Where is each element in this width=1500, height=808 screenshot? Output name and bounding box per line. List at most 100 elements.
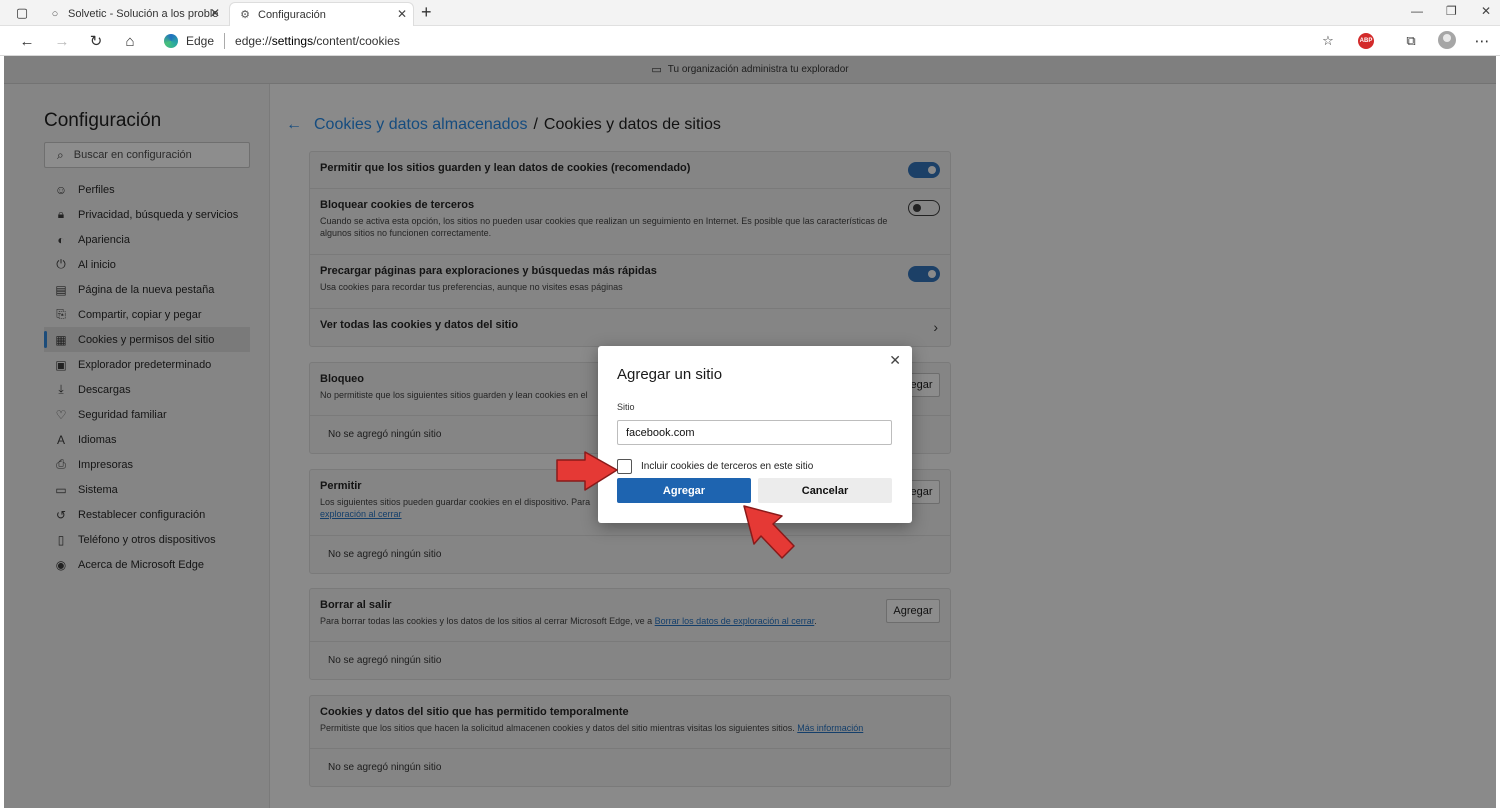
breadcrumb-current: Cookies y datos de sitios: [543, 116, 721, 133]
clear-on-exit-link[interactable]: exploración al cerrar: [320, 509, 402, 519]
sidebar-item-restablecer[interactable]: ↺ Restablecer configuración: [44, 502, 250, 527]
preload-toggle[interactable]: [908, 266, 940, 282]
setting-block-third-party: Bloquear cookies de terceros Cuando se a…: [310, 189, 950, 255]
sidebar-item-telefono[interactable]: ▯ Teléfono y otros dispositivos: [44, 527, 250, 552]
browser-icon: ▣: [55, 357, 67, 372]
divider: [224, 33, 226, 49]
setting-title: Ver todas las cookies y datos del sitio: [320, 319, 519, 331]
cookie-settings-card: Permitir que los sitios guarden y lean d…: [309, 151, 951, 347]
tab-actions-icon[interactable]: ▢: [12, 4, 32, 22]
home-icon[interactable]: ⌂: [120, 31, 140, 51]
close-icon[interactable]: ✕: [889, 352, 901, 369]
address-bar[interactable]: Edge edge://settings/content/cookies: [158, 29, 1348, 53]
minimize-button[interactable]: —: [1411, 4, 1423, 18]
add-site-dialog: Agregar un sitio ✕ Sitio Incluir cookies…: [598, 346, 912, 523]
sidebar-item-compartir[interactable]: ⎘ Compartir, copiar y pegar: [44, 302, 250, 327]
favorite-star-icon[interactable]: ☆: [1318, 31, 1338, 51]
setting-title: Permitir que los sitios guarden y lean d…: [320, 162, 691, 174]
sidebar-item-nueva-pestana[interactable]: ▤ Página de la nueva pestaña: [44, 277, 250, 302]
block-third-party-toggle[interactable]: [908, 200, 940, 216]
sidebar-item-perfiles[interactable]: ☺ Perfiles: [44, 177, 250, 202]
profile-avatar[interactable]: [1438, 31, 1456, 49]
annotation-arrow-checkbox-icon: [556, 451, 618, 491]
back-arrow-icon[interactable]: ←: [286, 116, 302, 134]
sidebar-item-acerca[interactable]: ◉ Acerca de Microsoft Edge: [44, 552, 250, 577]
sidebar-item-impresoras[interactable]: ⎙ Impresoras: [44, 452, 250, 477]
new-tab-button[interactable]: +: [421, 3, 432, 21]
sidebar-item-descargas[interactable]: ⤓ Descargas: [44, 377, 250, 402]
sidebar-item-seguridad-familiar[interactable]: ♡ Seguridad familiar: [44, 402, 250, 427]
section-description: Permitiste que los sitios que hacen la s…: [320, 722, 910, 734]
sidebar-item-label: Al inicio: [78, 258, 116, 271]
address-brand: Edge: [186, 34, 215, 48]
refresh-icon[interactable]: ↻: [86, 31, 106, 51]
setting-description: Cuando se activa esta opción, los sitios…: [320, 216, 888, 238]
settings-search-input[interactable]: ⌕ Buscar en configuración: [44, 142, 250, 168]
breadcrumb-separator: /: [533, 116, 538, 133]
setting-preload: Precargar páginas para exploraciones y b…: [310, 255, 950, 309]
more-menu-icon[interactable]: ⋯: [1472, 31, 1492, 51]
sidebar-item-sistema[interactable]: ▭ Sistema: [44, 477, 250, 502]
url-prefix: edge://: [235, 34, 272, 48]
briefcase-icon: ▭: [651, 64, 662, 76]
tab-settings[interactable]: ⚙ Configuración ✕: [229, 2, 414, 26]
adblock-extension-icon[interactable]: ABP: [1358, 33, 1374, 49]
sidebar-item-label: Página de la nueva pestaña: [78, 283, 215, 296]
sidebar-item-label: Seguridad familiar: [78, 408, 167, 421]
sidebar-item-cookies[interactable]: ▦ Cookies y permisos del sitio: [44, 327, 250, 352]
see-all-cookies-link[interactable]: Ver todas las cookies y datos del sitio …: [310, 309, 950, 346]
empty-message: No se agregó ningún sitio: [328, 762, 442, 773]
forward-arrow-icon[interactable]: →: [52, 31, 72, 51]
allow-cookies-toggle[interactable]: [908, 162, 940, 178]
empty-message: No se agregó ningún sitio: [328, 549, 442, 560]
sidebar-item-label: Cookies y permisos del sitio: [78, 333, 215, 346]
sidebar-item-apariencia[interactable]: ◐ Apariencia: [44, 227, 250, 252]
address-url[interactable]: edge://settings/content/cookies: [235, 34, 400, 48]
close-tab-icon[interactable]: ✕: [397, 7, 407, 21]
breadcrumb-parent[interactable]: Cookies y datos almacenados: [314, 116, 527, 134]
tab-solvetic[interactable]: ○ Solvetic - Solución a los problemas in…: [40, 2, 226, 26]
collections-icon[interactable]: ⧉: [1401, 31, 1421, 51]
add-button[interactable]: Agregar: [617, 478, 751, 503]
page-title: ← Cookies y datos almacenados / Cookies …: [286, 116, 721, 134]
clear-browsing-data-link[interactable]: Borrar los datos de exploración al cerra…: [655, 616, 815, 626]
newtab-icon: ▤: [55, 282, 67, 297]
setting-description: Usa cookies para recordar tus preferenci…: [320, 282, 623, 292]
setting-title: Bloquear cookies de terceros: [320, 199, 475, 211]
sidebar-item-explorador[interactable]: ▣ Explorador predeterminado: [44, 352, 250, 377]
url-suffix: /content/cookies: [313, 34, 400, 48]
org-managed-bar: ▭ Tu organización administra tu explorad…: [4, 56, 1496, 84]
download-icon: ⤓: [58, 382, 64, 396]
sidebar-item-idiomas[interactable]: A Idiomas: [44, 427, 250, 452]
close-tab-icon[interactable]: ✕: [210, 6, 220, 20]
dialog-title: Agregar un sitio: [617, 366, 723, 383]
sidebar-item-label: Restablecer configuración: [78, 508, 206, 521]
site-field-label: Sitio: [617, 402, 635, 412]
clear-add-button[interactable]: Agregar: [886, 599, 940, 623]
restore-button[interactable]: ❐: [1446, 4, 1457, 18]
edge-logo-icon: [164, 34, 178, 48]
empty-message: No se agregó ningún sitio: [328, 655, 442, 666]
sidebar-item-label: Impresoras: [78, 458, 134, 471]
sidebar-item-label: Idiomas: [78, 433, 117, 446]
appearance-icon: ◐: [57, 232, 65, 247]
profile-icon: ☺: [54, 182, 68, 197]
sidebar-item-label: Perfiles: [78, 183, 115, 196]
section-header: Cookies y datos del sitio que has permit…: [310, 696, 950, 749]
phone-icon: ▯: [57, 532, 65, 547]
lock-icon: 🔒︎: [57, 207, 65, 221]
section-title: Borrar al salir: [320, 599, 392, 611]
more-info-link[interactable]: Más información: [797, 723, 863, 733]
sidebar-item-privacidad[interactable]: 🔒︎ Privacidad, búsqueda y servicios: [44, 202, 250, 227]
search-placeholder: Buscar en configuración: [73, 149, 192, 161]
close-window-button[interactable]: ✕: [1481, 4, 1491, 18]
cookies-icon: ▦: [55, 332, 67, 347]
tab-title: Solvetic - Solución a los problemas info…: [68, 8, 218, 20]
site-input[interactable]: [617, 420, 892, 445]
sidebar-item-label: Apariencia: [78, 233, 130, 246]
sidebar-title: Configuración: [44, 110, 162, 131]
back-arrow-icon[interactable]: ←: [17, 31, 37, 51]
edge-icon: ◉: [55, 557, 67, 572]
sidebar-item-al-inicio[interactable]: ⏻ Al inicio: [44, 252, 250, 277]
sidebar-item-label: Teléfono y otros dispositivos: [78, 533, 216, 546]
